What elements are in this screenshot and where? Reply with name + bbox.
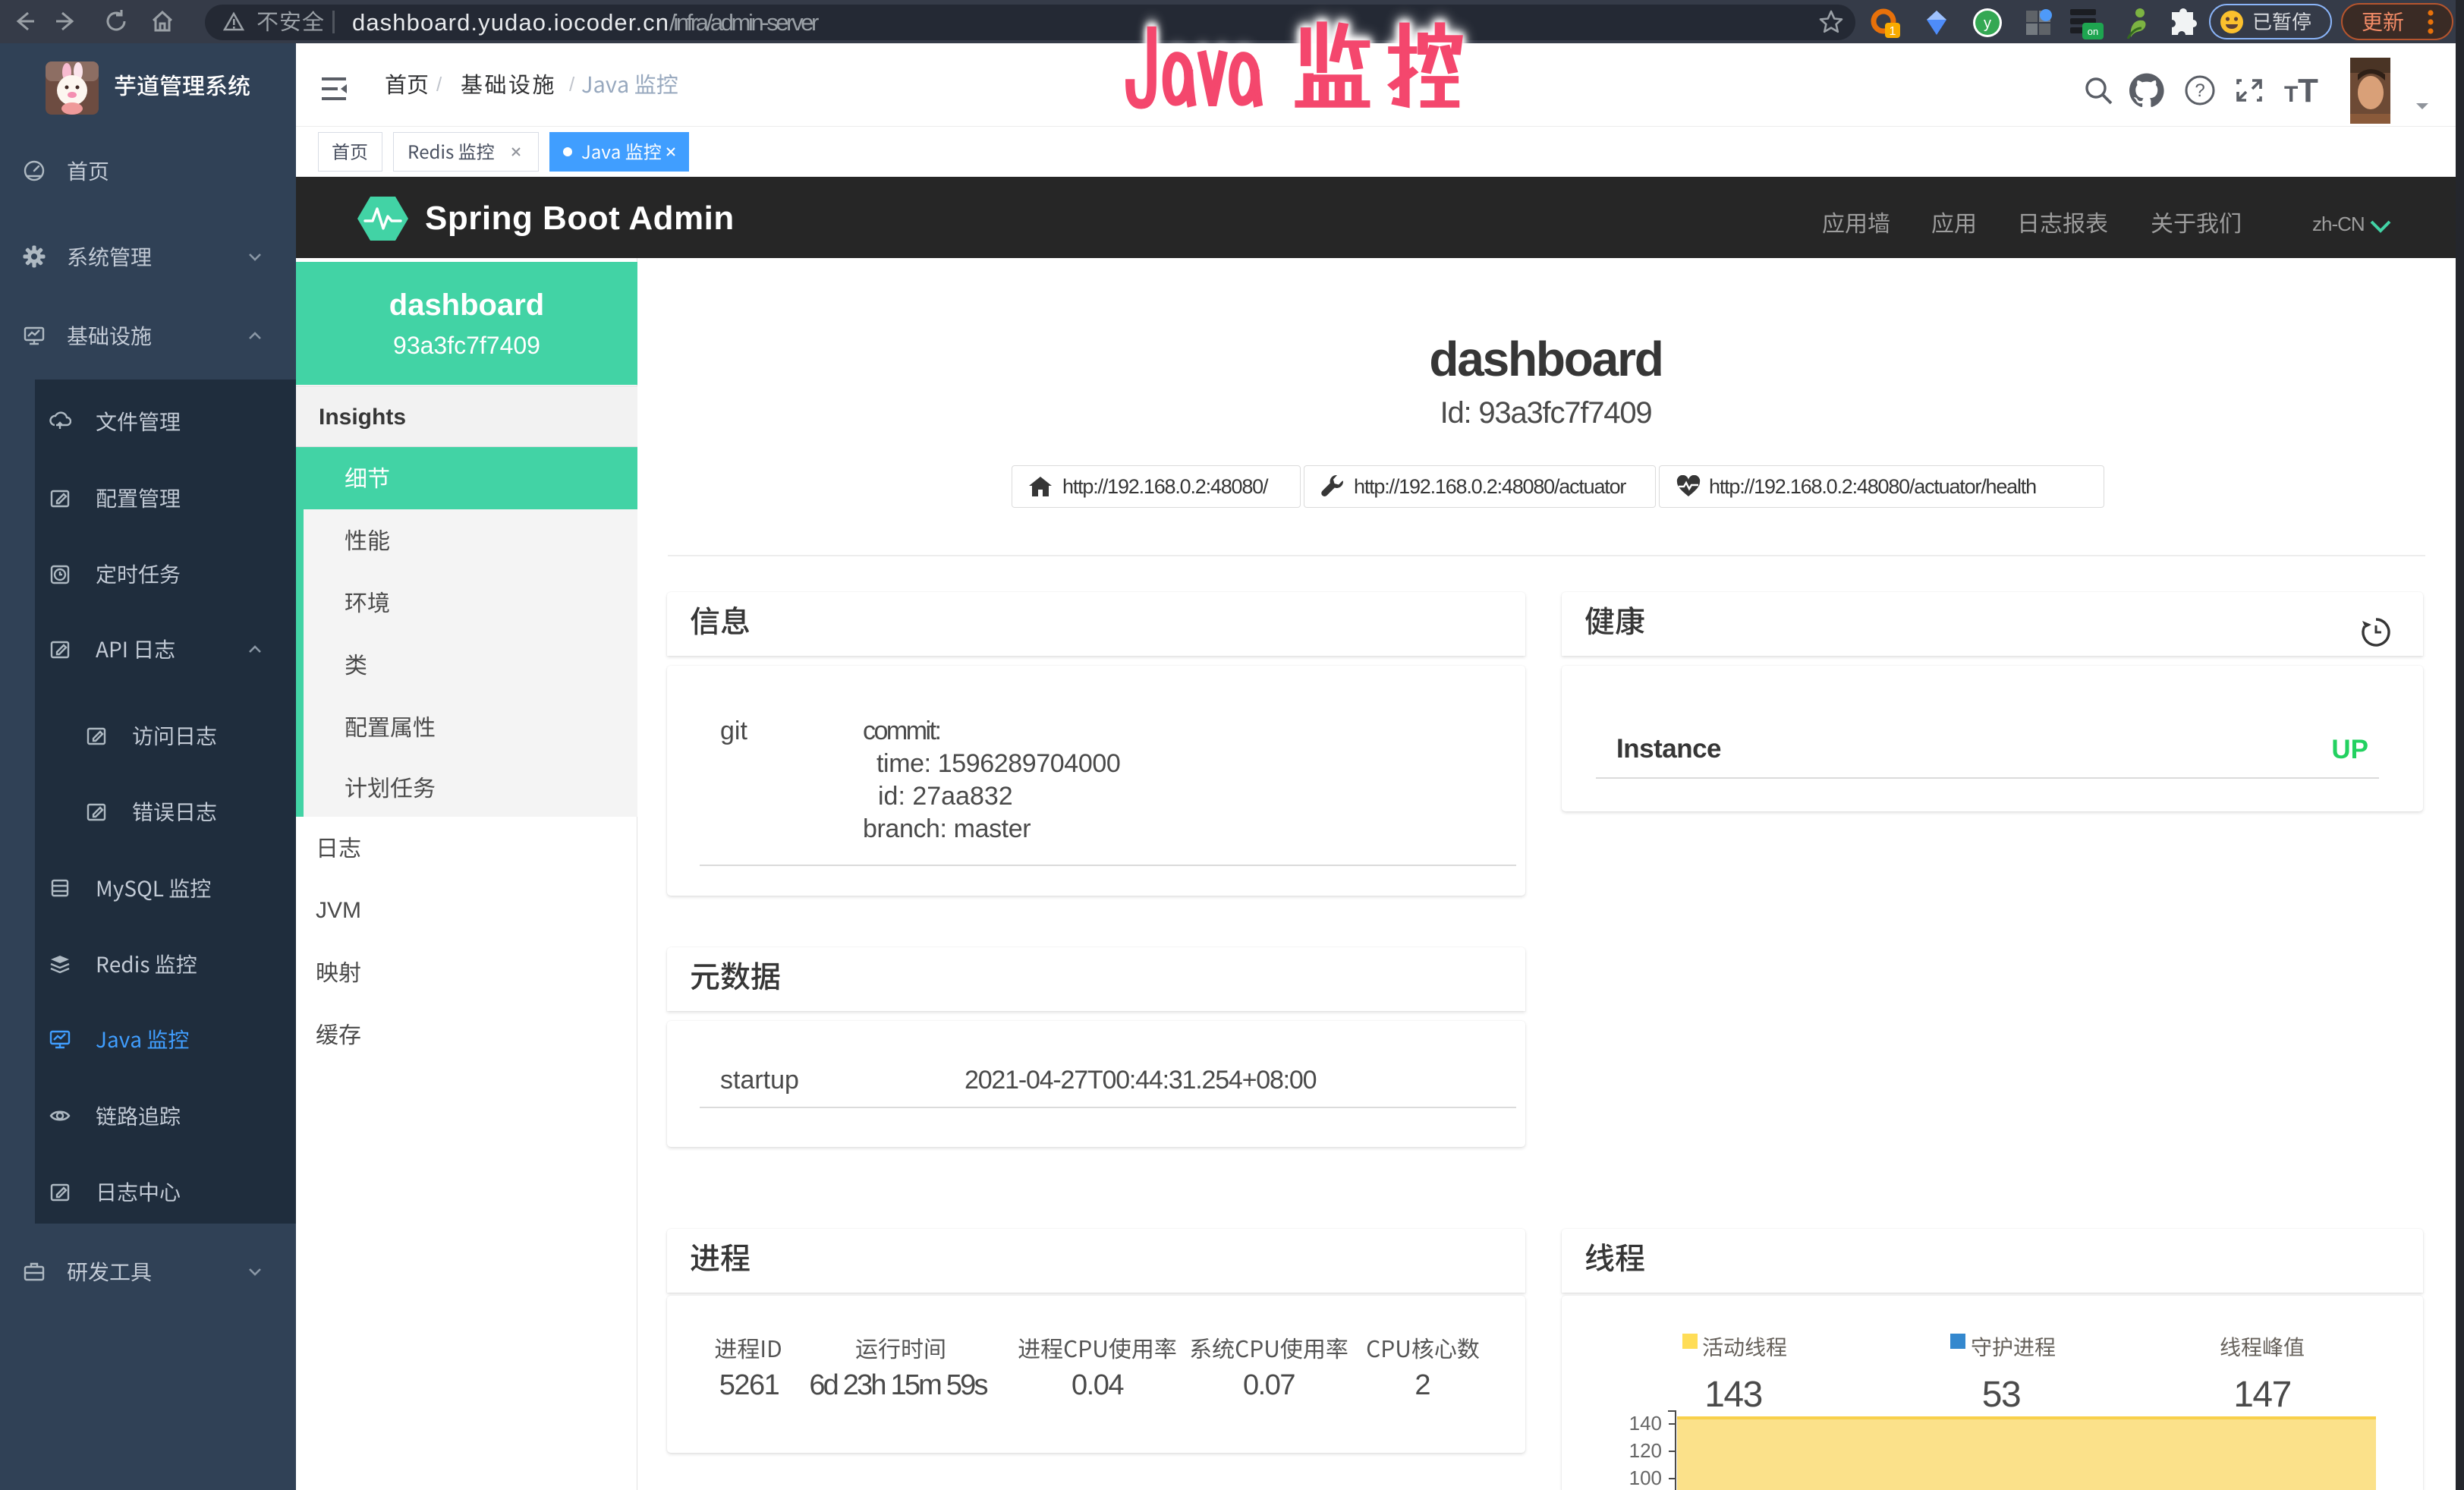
svg-text:on: on (2088, 26, 2098, 37)
svg-text:y: y (1984, 15, 1991, 32)
svg-text:?: ? (2195, 80, 2204, 101)
svg-text:1: 1 (1890, 25, 1896, 38)
